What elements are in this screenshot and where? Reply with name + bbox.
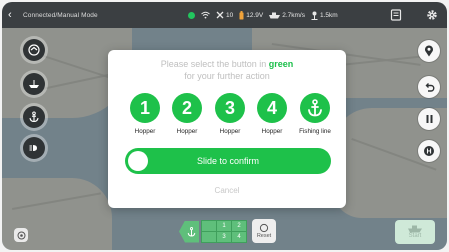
hopper-1-option[interactable]: 1 Hopper bbox=[124, 93, 166, 135]
hopper-4-label: Hopper bbox=[261, 128, 283, 135]
location-icon bbox=[425, 45, 433, 57]
hopper-cell[interactable]: 2 bbox=[232, 221, 246, 231]
satellite-count: 10 bbox=[226, 11, 234, 19]
hopper-cell[interactable] bbox=[202, 221, 216, 231]
hopper-1-label: Hopper bbox=[134, 128, 156, 135]
connection-mode: Connected/Manual Mode bbox=[23, 11, 98, 19]
book-icon[interactable] bbox=[388, 7, 404, 23]
boat-icon bbox=[408, 225, 422, 233]
distance-icon bbox=[311, 11, 318, 20]
reset-icon bbox=[259, 223, 269, 233]
hopper-cell[interactable]: 1 bbox=[217, 221, 231, 231]
anchor-icon bbox=[29, 111, 39, 123]
hopper-cell[interactable] bbox=[202, 232, 216, 242]
return-icon bbox=[425, 82, 434, 92]
map-layer-button[interactable] bbox=[14, 228, 28, 242]
target-icon bbox=[17, 231, 25, 239]
fishing-line-label: Fishing line bbox=[299, 128, 331, 135]
home-button[interactable]: H bbox=[418, 140, 440, 162]
wifi-icon bbox=[201, 11, 210, 19]
pause-icon bbox=[426, 115, 432, 123]
hopper-2-option[interactable]: 2 Hopper bbox=[166, 93, 208, 135]
distance-value: 1.5km bbox=[320, 11, 338, 19]
reset-label: Reset bbox=[256, 233, 272, 239]
return-button[interactable] bbox=[418, 76, 440, 98]
hopper-grid: 1 2 3 4 bbox=[201, 220, 247, 243]
dialog-title-prefix: Please select the button in bbox=[160, 59, 269, 69]
speed-stat: 2.7km/s bbox=[269, 12, 305, 19]
satellite-stat: 10 bbox=[216, 11, 233, 19]
anchor-icon bbox=[308, 99, 322, 117]
hopper-3-button[interactable]: 3 bbox=[215, 93, 245, 123]
slide-to-confirm[interactable]: Slide to confirm bbox=[125, 148, 331, 174]
connection-status-dot bbox=[188, 11, 195, 19]
status-bar: ‹ Connected/Manual Mode 10 12.9V 2.7km/s… bbox=[2, 2, 447, 28]
hopper-strip[interactable]: 1 2 3 4 bbox=[179, 220, 247, 243]
radar-button[interactable] bbox=[23, 39, 45, 61]
reset-button[interactable]: Reset bbox=[252, 219, 276, 243]
cancel-button[interactable]: Cancel bbox=[108, 186, 346, 195]
radar-icon bbox=[28, 44, 40, 56]
voltage-stat: 12.9V bbox=[239, 10, 264, 20]
anchor-icon bbox=[179, 220, 199, 243]
hopper-3-label: Hopper bbox=[219, 128, 241, 135]
boat-icon bbox=[29, 80, 39, 88]
anchor-button[interactable] bbox=[23, 106, 45, 128]
slider-knob[interactable] bbox=[128, 151, 148, 171]
light-button[interactable] bbox=[23, 137, 45, 159]
fishing-line-button[interactable] bbox=[300, 93, 330, 123]
boat-button[interactable] bbox=[23, 73, 45, 95]
select-action-dialog: Please select the button in green for yo… bbox=[108, 50, 346, 208]
fishing-line-option[interactable]: Fishing line bbox=[294, 93, 336, 135]
status-stats: 10 12.9V 2.7km/s 1.5km bbox=[188, 2, 338, 28]
app-frame: ‹ Connected/Manual Mode 10 12.9V 2.7km/s… bbox=[2, 2, 447, 250]
location-button[interactable] bbox=[418, 40, 440, 62]
hopper-4-option[interactable]: 4 Hopper bbox=[251, 93, 293, 135]
gear-icon[interactable] bbox=[424, 7, 440, 23]
option-row: 1 Hopper 2 Hopper 3 Hopper 4 Hopper Fish… bbox=[124, 93, 336, 141]
home-icon: H bbox=[424, 146, 434, 156]
pause-button[interactable] bbox=[418, 108, 440, 130]
satellite-icon bbox=[216, 11, 224, 19]
distance-stat: 1.5km bbox=[311, 11, 338, 20]
hopper-3-option[interactable]: 3 Hopper bbox=[209, 93, 251, 135]
start-button[interactable]: Start bbox=[395, 220, 435, 244]
hopper-2-button[interactable]: 2 bbox=[172, 93, 202, 123]
hopper-cell[interactable]: 4 bbox=[232, 232, 246, 242]
light-icon bbox=[29, 145, 37, 151]
battery-icon bbox=[239, 10, 244, 19]
voltage-value: 12.9V bbox=[246, 11, 264, 19]
dialog-title-suffix: for your further action bbox=[184, 71, 270, 81]
speed-value: 2.7km/s bbox=[282, 11, 305, 19]
hopper-4-button[interactable]: 4 bbox=[257, 93, 287, 123]
hopper-2-label: Hopper bbox=[176, 128, 198, 135]
hopper-1-button[interactable]: 1 bbox=[130, 93, 160, 123]
start-label: Start bbox=[408, 233, 422, 239]
hopper-cell[interactable]: 3 bbox=[217, 232, 231, 242]
chevron-left-icon[interactable]: ‹ bbox=[8, 9, 22, 21]
dialog-title: Please select the button in green for yo… bbox=[108, 58, 346, 82]
svg-text:H: H bbox=[426, 148, 431, 155]
slider-label: Slide to confirm bbox=[196, 156, 260, 166]
boat-icon bbox=[269, 12, 281, 18]
dialog-title-highlight: green bbox=[268, 59, 294, 69]
